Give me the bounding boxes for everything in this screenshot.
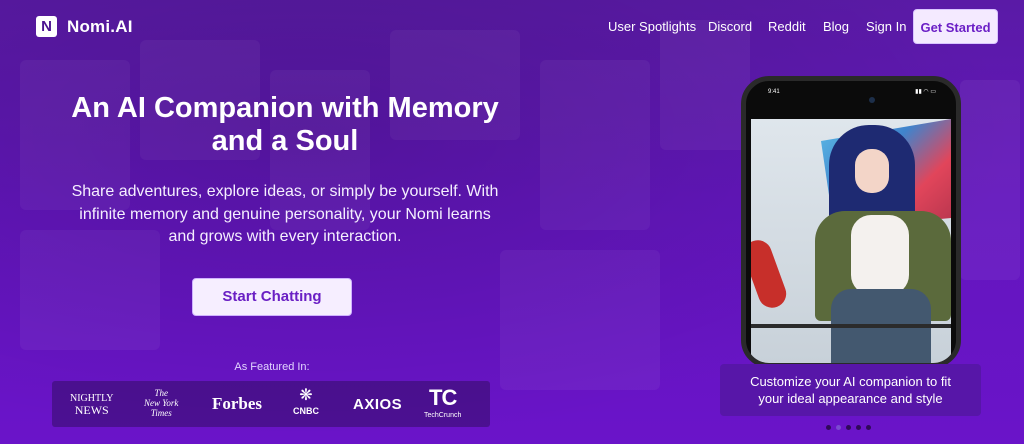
get-started-button[interactable]: Get Started: [913, 9, 998, 44]
nav-link-sign-in[interactable]: Sign In: [866, 19, 906, 34]
hero-title: An AI Companion with Memory and a Soul: [40, 92, 530, 158]
featured-label: As Featured In:: [234, 361, 310, 373]
carousel-dot[interactable]: [866, 425, 871, 430]
cnbc-logo[interactable]: ❋ CNBC: [284, 387, 328, 417]
phone-mockup: 9:41 ▮▮ ◠ ▭: [741, 76, 961, 368]
hero-title-line-2: and a Soul: [211, 125, 359, 157]
carousel-dot[interactable]: [856, 425, 861, 430]
nav-link-discord[interactable]: Discord: [708, 19, 752, 34]
slide-caption: Customize your AI companion to fit your …: [720, 364, 981, 416]
logo-icon: N: [36, 16, 57, 37]
nav-link-reddit[interactable]: Reddit: [768, 19, 806, 34]
press-logos: NIGHTLY NEWS The New York Times Forbes ❋…: [52, 381, 490, 427]
top-nav: N Nomi.AI User Spotlights Discord Reddit…: [0, 0, 1024, 52]
caption-line-2: your ideal appearance and style: [758, 391, 943, 406]
phone-status-bar: 9:41 ▮▮ ◠ ▭: [746, 81, 956, 107]
hero-title-line-1: An AI Companion with Memory: [71, 92, 499, 124]
new-york-times-logo[interactable]: The New York Times: [144, 388, 178, 418]
carousel-dot[interactable]: [826, 425, 831, 430]
carousel-dot[interactable]: [836, 425, 841, 430]
carousel-dot[interactable]: [846, 425, 851, 430]
nbc-nightly-news-logo[interactable]: NIGHTLY NEWS: [70, 394, 113, 417]
companion-image: [751, 119, 951, 363]
nav-link-user-spotlights[interactable]: User Spotlights: [608, 19, 696, 34]
peacock-icon: ❋: [299, 387, 313, 404]
logo-text: Nomi.AI: [67, 16, 133, 36]
hero-subtitle-line-1: Share adventures, explore ideas, or simp…: [71, 183, 499, 200]
start-chatting-button[interactable]: Start Chatting: [192, 278, 352, 316]
forbes-logo[interactable]: Forbes: [212, 394, 262, 414]
camera-icon: [869, 97, 875, 103]
axios-logo[interactable]: AXIOS: [353, 396, 402, 413]
hero-subtitle-line-3: and grows with every interaction.: [168, 228, 402, 245]
skateboard: [751, 236, 791, 312]
hero-subtitle-line-2: infinite memory and genuine personality,…: [79, 205, 491, 223]
status-icons: ▮▮ ◠ ▭: [915, 89, 936, 95]
nav-link-blog[interactable]: Blog: [823, 19, 849, 34]
hero-subtitle: Share adventures, explore ideas, or simp…: [40, 181, 530, 249]
carousel-dots: [826, 425, 871, 430]
phone-time: 9:41: [768, 89, 780, 95]
techcrunch-logo[interactable]: TC TechCrunch: [424, 385, 461, 420]
caption-line-1: Customize your AI companion to fit: [750, 374, 951, 389]
logo[interactable]: N Nomi.AI: [36, 16, 133, 37]
